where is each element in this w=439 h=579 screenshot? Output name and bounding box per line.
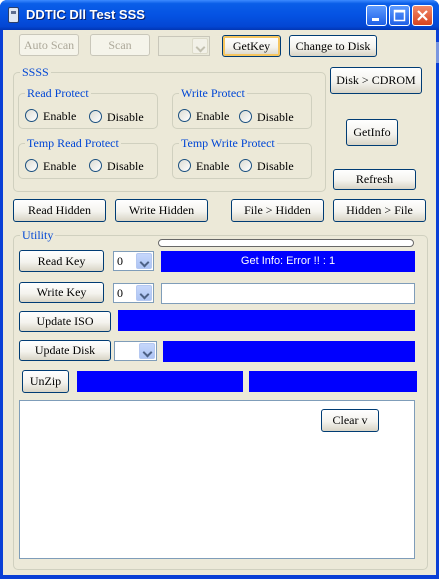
unzip-source-bar xyxy=(77,371,243,392)
read-key-button[interactable]: Read Key xyxy=(19,250,104,272)
update-disk-path-bar xyxy=(163,341,415,362)
write-protect-enable-radio[interactable] xyxy=(178,109,191,122)
hidden-to-file-button[interactable]: Hidden > File xyxy=(333,199,426,222)
temp-write-protect-enable-radio[interactable] xyxy=(178,159,191,172)
read-protect-enable-radio[interactable] xyxy=(25,109,38,122)
utility-group-label: Utility xyxy=(20,228,56,243)
title-bar[interactable]: DDTIC Dll Test SSS xyxy=(0,0,439,30)
write-protect-label: Write Protect xyxy=(179,86,247,101)
chevron-down-icon[interactable] xyxy=(192,38,208,54)
temp-read-protect-disable-label[interactable]: Disable xyxy=(107,159,144,174)
write-key-index-value: 0 xyxy=(117,286,123,300)
maximize-icon xyxy=(393,9,406,22)
update-disk-button[interactable]: Update Disk xyxy=(19,340,111,361)
temp-write-protect-enable-label[interactable]: Enable xyxy=(196,159,229,174)
unzip-button[interactable]: UnZip xyxy=(22,370,69,393)
minimize-icon xyxy=(372,18,379,21)
temp-read-protect-label: Temp Read Protect xyxy=(25,136,121,151)
update-iso-path-bar xyxy=(118,310,415,331)
window-title: DDTIC Dll Test SSS xyxy=(26,7,145,22)
read-protect-enable-label[interactable]: Enable xyxy=(43,109,76,124)
status-bar: Get Info: Error !! : 1 xyxy=(161,251,415,272)
temp-read-protect-enable-radio[interactable] xyxy=(25,159,38,172)
write-protect-enable-label[interactable]: Enable xyxy=(196,109,229,124)
write-key-input[interactable] xyxy=(161,283,415,304)
read-key-index-select[interactable]: 0 xyxy=(113,251,154,271)
read-key-index-value: 0 xyxy=(117,254,123,268)
change-to-disk-button[interactable]: Change to Disk xyxy=(289,35,377,57)
client-area: Auto Scan Scan GetKey Change to Disk SSS… xyxy=(3,30,436,575)
read-protect-disable-radio[interactable] xyxy=(89,110,102,123)
device-select[interactable] xyxy=(158,36,210,56)
auto-scan-button[interactable]: Auto Scan xyxy=(19,34,79,56)
close-icon xyxy=(417,10,428,21)
temp-write-protect-disable-label[interactable]: Disable xyxy=(257,159,294,174)
scan-button[interactable]: Scan xyxy=(90,34,150,56)
file-to-hidden-button[interactable]: File > Hidden xyxy=(231,199,324,222)
update-disk-select[interactable] xyxy=(114,341,157,361)
temp-read-protect-enable-label[interactable]: Enable xyxy=(43,159,76,174)
main-window: DDTIC Dll Test SSS Auto Scan Scan GetKey… xyxy=(0,0,439,579)
write-protect-disable-label[interactable]: Disable xyxy=(257,110,294,125)
write-protect-disable-radio[interactable] xyxy=(239,110,252,123)
read-protect-disable-label[interactable]: Disable xyxy=(107,110,144,125)
disk-app-icon xyxy=(8,7,19,23)
temp-read-protect-disable-radio[interactable] xyxy=(89,159,102,172)
minimize-button[interactable] xyxy=(366,5,387,26)
temp-write-protect-label: Temp Write Protect xyxy=(179,136,277,151)
write-key-button[interactable]: Write Key xyxy=(19,282,104,303)
read-hidden-button[interactable]: Read Hidden xyxy=(13,199,106,222)
get-info-button[interactable]: GetInfo xyxy=(346,119,398,146)
update-iso-button[interactable]: Update ISO xyxy=(19,311,111,332)
get-key-button[interactable]: GetKey xyxy=(222,35,281,57)
maximize-button[interactable] xyxy=(389,5,410,26)
chevron-down-icon[interactable] xyxy=(136,285,152,301)
chevron-down-icon[interactable] xyxy=(139,343,155,359)
chevron-down-icon[interactable] xyxy=(136,253,152,269)
close-button[interactable] xyxy=(412,5,433,26)
write-hidden-button[interactable]: Write Hidden xyxy=(115,199,208,222)
read-protect-label: Read Protect xyxy=(25,86,91,101)
refresh-button[interactable]: Refresh xyxy=(333,169,416,190)
disk-to-cdrom-button[interactable]: Disk > CDROM xyxy=(330,67,422,94)
temp-write-protect-disable-radio[interactable] xyxy=(239,159,252,172)
clear-button[interactable]: Clear v xyxy=(321,409,379,432)
write-key-index-select[interactable]: 0 xyxy=(113,283,154,303)
ssss-group-label: SSSS xyxy=(20,65,51,80)
progress-bar xyxy=(158,239,414,247)
unzip-target-bar xyxy=(249,371,417,392)
